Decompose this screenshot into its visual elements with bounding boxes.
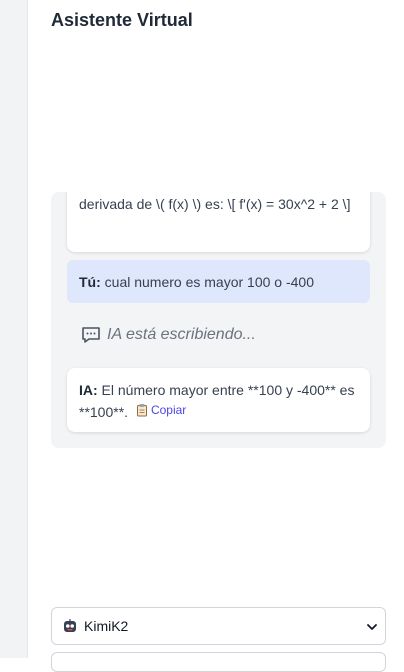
ai-message-text: El número mayor entre **100 y -400** es …	[79, 382, 355, 420]
user-message: Tú: cual numero es mayor 100 o -400	[67, 260, 370, 303]
robot-face-icon	[62, 618, 78, 634]
page-title: Asistente Virtual	[51, 10, 193, 30]
user-message-text: cual numero es mayor 100 o -400	[100, 274, 314, 290]
user-label: Tú:	[79, 274, 101, 290]
sidebar-rail	[0, 0, 28, 658]
copy-label: Copiar	[150, 403, 187, 417]
ai-message: IA: El número mayor entre **100 y -400**…	[67, 368, 370, 432]
typing-indicator: IA está escribiendo...	[81, 326, 256, 344]
copy-button[interactable]: Copiar	[136, 400, 186, 420]
chat-panel[interactable]: derivada de \( 2x \) es \( 2 \). Por lo …	[51, 192, 386, 448]
model-select-value: KimiK2	[84, 618, 129, 634]
clipboard-icon	[136, 403, 148, 417]
message-input[interactable]	[51, 652, 386, 672]
typing-text: IA está escribiendo...	[107, 326, 256, 343]
ai-message-text: derivada de \( 2x \) es \( 2 \). Por lo …	[79, 196, 351, 212]
ai-label: IA:	[79, 382, 98, 398]
ai-message-previous: derivada de \( 2x \) es \( 2 \). Por lo …	[67, 192, 370, 252]
model-select[interactable]: KimiK2	[51, 607, 386, 645]
chevron-down-icon	[365, 620, 379, 637]
chat-bubble-icon	[81, 326, 101, 344]
